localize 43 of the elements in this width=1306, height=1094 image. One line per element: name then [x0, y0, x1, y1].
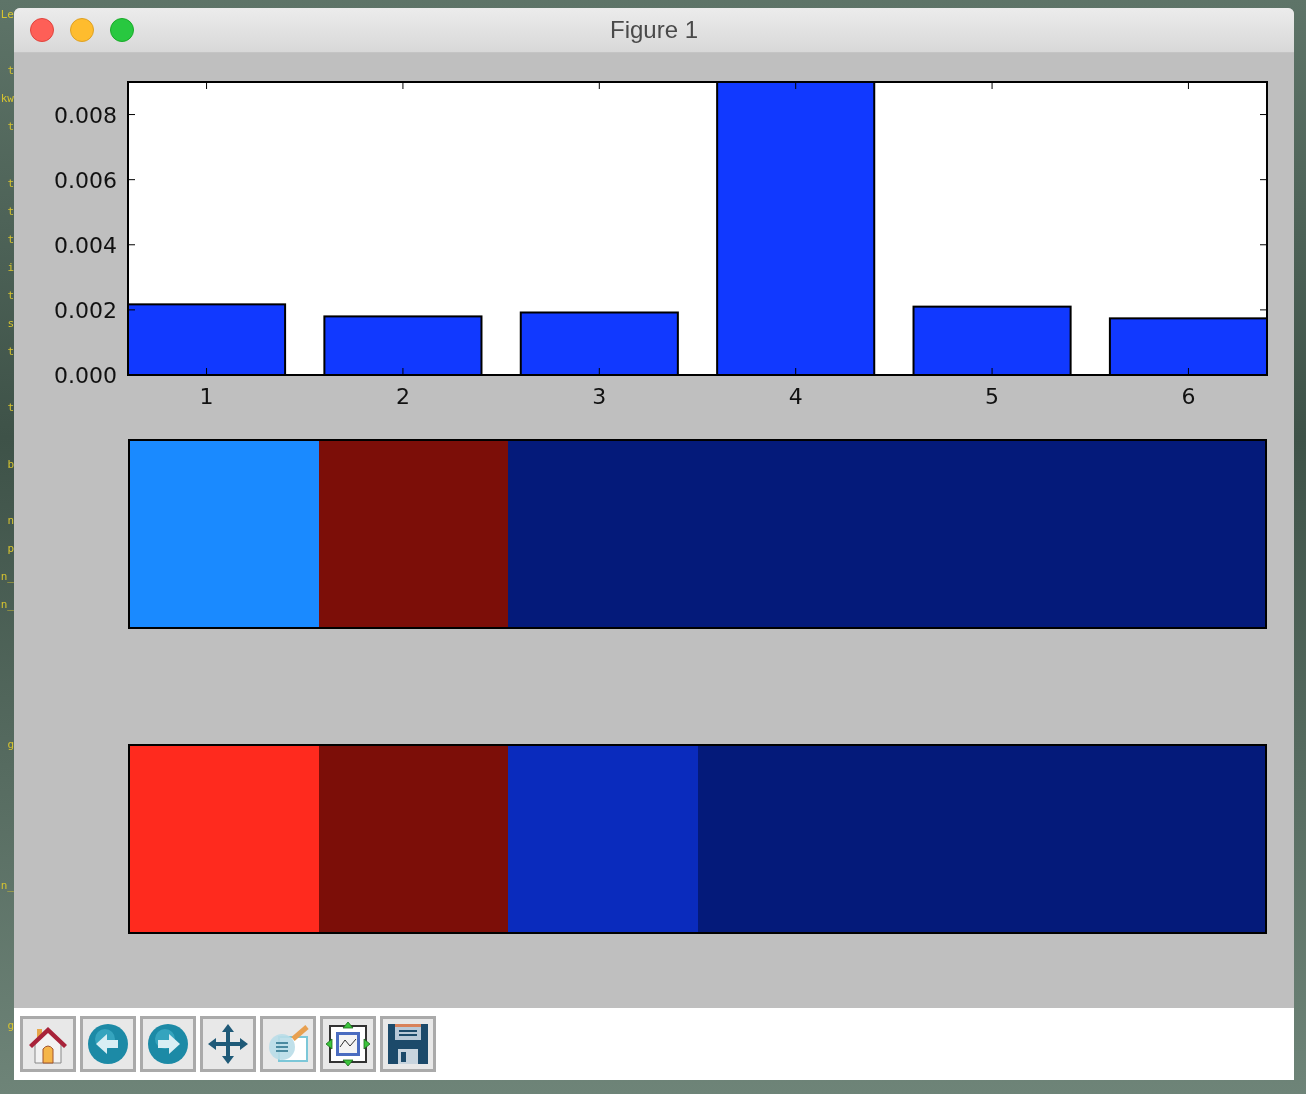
code-text: t [7, 288, 14, 302]
window-title: Figure 1 [609, 15, 698, 44]
home-button[interactable] [20, 1016, 76, 1072]
code-text: t [7, 176, 14, 190]
code-text: t [7, 401, 14, 415]
x-tick-label: 5 [985, 383, 1000, 409]
code-text: g [7, 1019, 14, 1033]
code-text: Le [0, 8, 14, 21]
x-tick-label: 1 [199, 383, 214, 409]
x-tick-label: 6 [1181, 383, 1196, 409]
save-button[interactable] [380, 1016, 436, 1072]
x-tick-label: 2 [395, 383, 410, 409]
y-tick-label: 0.000 [54, 362, 117, 388]
y-tick-label: 0.006 [54, 167, 117, 193]
code-text: t [7, 64, 14, 78]
subplots-button[interactable] [320, 1016, 376, 1072]
code-text: kw [0, 92, 14, 106]
code-text: s [7, 317, 14, 331]
code-text: t [7, 345, 14, 359]
code-text: b [7, 457, 14, 471]
pan-button[interactable] [200, 1016, 256, 1072]
code-text: n_ [0, 878, 14, 892]
x-tick-label: 3 [592, 383, 607, 409]
zoom-button[interactable] [110, 17, 134, 42]
close-button[interactable] [30, 17, 54, 42]
code-text: n_ [0, 569, 14, 583]
code-text: i [7, 260, 14, 274]
y-tick-label: 0.008 [54, 102, 117, 128]
plot-frame-icon [325, 1021, 371, 1067]
save-icon [385, 1021, 431, 1067]
x-tick-label: 4 [788, 383, 803, 409]
code-text: t [7, 120, 14, 134]
y-tick-label: 0.002 [54, 297, 117, 323]
code-text: p [7, 541, 14, 555]
code-text: t [7, 232, 14, 246]
forward-button[interactable] [140, 1016, 196, 1072]
back-button[interactable] [80, 1016, 136, 1072]
y-tick-label: 0.004 [54, 232, 117, 258]
code-text: n_ [0, 597, 14, 611]
code-text: g [7, 738, 14, 752]
code-text: t [7, 204, 14, 218]
code-text: n [7, 513, 14, 527]
zoom-button[interactable] [260, 1016, 316, 1072]
